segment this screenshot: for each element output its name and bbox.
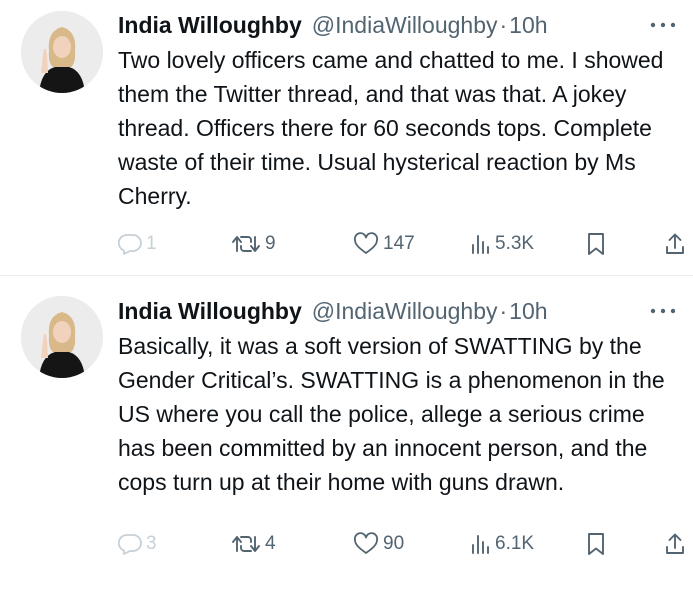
retweet-button[interactable]: 9: [231, 229, 276, 259]
avatar[interactable]: [21, 296, 103, 378]
share-icon: [666, 533, 684, 554]
reply-button[interactable]: 3: [118, 529, 157, 559]
author-name[interactable]: India Willoughby: [118, 298, 302, 325]
bookmark-button[interactable]: [586, 529, 606, 559]
like-button[interactable]: 90: [353, 529, 404, 559]
views-count: 5.3K: [495, 233, 535, 254]
tweet-header: India Willoughby @IndiaWilloughby · 10h: [118, 296, 683, 326]
like-count: 90: [383, 533, 405, 554]
like-count: 147: [383, 233, 415, 254]
views-chart-icon: [472, 535, 489, 554]
author-handle[interactable]: @IndiaWilloughby: [312, 298, 498, 325]
heart-icon: [354, 232, 378, 254]
views-button[interactable]: 5.3K: [469, 229, 534, 259]
tweet-actions: 1 9 147 5.3K: [118, 229, 688, 259]
tweet[interactable]: India Willoughby @IndiaWilloughby · 10h …: [0, 276, 693, 600]
reply-count: 3: [146, 533, 157, 554]
reply-button[interactable]: 1: [118, 229, 157, 259]
tweet-header: India Willoughby @IndiaWilloughby · 10h: [118, 10, 683, 40]
reply-icon: [118, 234, 142, 255]
views-count: 6.1K: [495, 533, 535, 554]
heart-icon: [354, 532, 378, 554]
reply-icon: [118, 534, 142, 555]
separator: ·: [499, 11, 508, 38]
share-icon: [666, 233, 684, 254]
bookmark-icon: [588, 233, 604, 255]
bookmark-icon: [588, 533, 604, 555]
avatar-image: [21, 11, 103, 93]
like-button[interactable]: 147: [353, 229, 415, 259]
more-dots-icon[interactable]: [649, 296, 677, 326]
tweet-actions: 3 4 90 6.1K: [118, 529, 688, 559]
share-button[interactable]: [664, 529, 686, 559]
author-handle[interactable]: @IndiaWilloughby: [312, 12, 498, 39]
retweet-icon: [232, 536, 260, 552]
retweet-icon: [232, 236, 260, 252]
timestamp[interactable]: 10h: [509, 12, 547, 39]
retweet-count: 9: [265, 233, 276, 254]
reply-count: 1: [146, 233, 157, 254]
separator: ·: [499, 297, 508, 324]
share-button[interactable]: [664, 229, 686, 259]
author-name[interactable]: India Willoughby: [118, 12, 302, 39]
retweet-count: 4: [265, 533, 276, 554]
more-dots-icon[interactable]: [649, 10, 677, 40]
avatar[interactable]: [21, 11, 103, 93]
bookmark-button[interactable]: [586, 229, 606, 259]
tweet-text: Basically, it was a soft version of SWAT…: [118, 333, 665, 495]
views-button[interactable]: 6.1K: [469, 529, 534, 559]
tweet[interactable]: India Willoughby @IndiaWilloughby · 10h …: [0, 0, 693, 276]
avatar-image: [21, 296, 103, 378]
views-chart-icon: [472, 235, 489, 254]
tweet-text: Two lovely officers came and chatted to …: [118, 47, 664, 209]
timestamp[interactable]: 10h: [509, 298, 547, 325]
retweet-button[interactable]: 4: [231, 529, 276, 559]
